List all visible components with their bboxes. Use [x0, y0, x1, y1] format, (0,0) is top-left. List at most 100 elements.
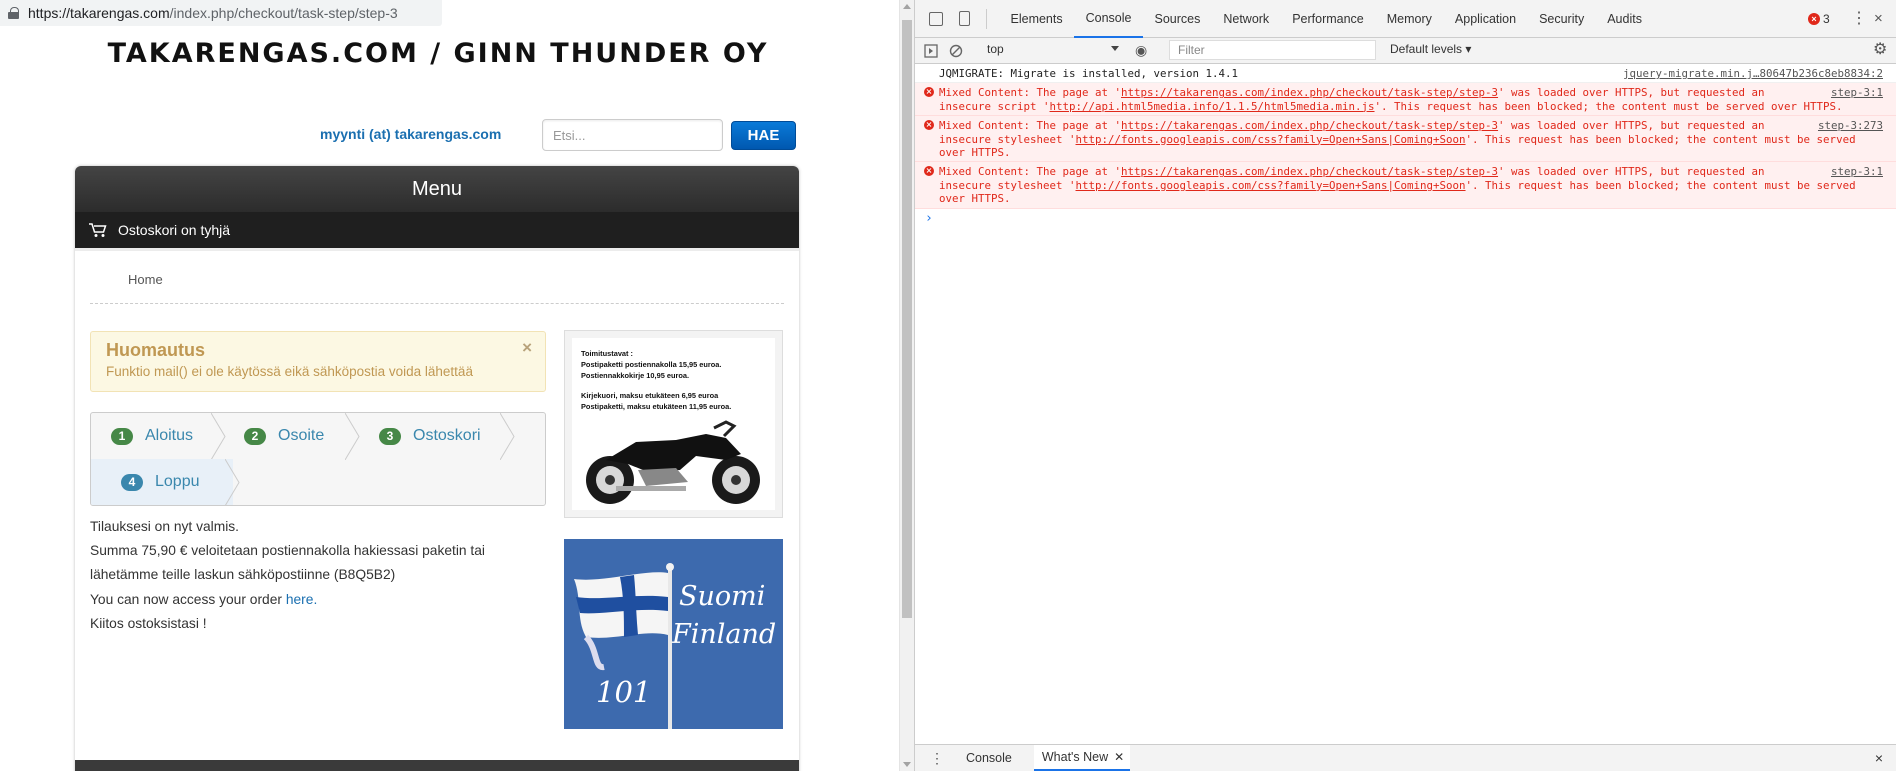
step-label: Aloitus — [145, 427, 194, 444]
log-source-link[interactable]: step-3:1 — [1830, 165, 1883, 179]
checkout-steps: 1 Aloitus 2 Osoite 3 Ostoskori 4 Loppu — [90, 412, 546, 506]
tab-security[interactable]: Security — [1528, 0, 1596, 38]
cart-icon — [88, 222, 108, 238]
log-url-link[interactable]: http://api.html5media.info/1.1.5/html5me… — [1050, 100, 1375, 113]
step-ostoskori[interactable]: 3 Ostoskori — [354, 413, 504, 459]
order-sum-text: Summa 75,90 € veloitetaan postiennakolla… — [90, 543, 485, 559]
motorcycle-icon — [586, 420, 760, 504]
clear-console-icon[interactable] — [949, 44, 963, 58]
promo-line: Postipaketti, maksu etukäteen 11,95 euro… — [581, 402, 732, 411]
order-access-prefix: You can now access your order — [90, 591, 286, 607]
notice-close-button[interactable]: × — [522, 338, 532, 358]
log-url-link[interactable]: http://fonts.googleapis.com/css?family=O… — [1076, 133, 1466, 146]
url-host: https://takarengas.com — [28, 5, 170, 21]
error-icon: × — [924, 87, 934, 98]
cart-status: Ostoskori on tyhjä — [118, 222, 231, 238]
console-filter-input[interactable]: Filter — [1169, 40, 1376, 60]
page-scrollbar[interactable] — [899, 0, 914, 771]
order-link[interactable]: here. — [286, 592, 317, 607]
order-invoice-text: lähetämme teille laskun sähköpostiinne (… — [90, 567, 396, 583]
tab-application[interactable]: Application — [1443, 0, 1527, 38]
search-input[interactable]: Etsi... — [542, 119, 723, 151]
context-value: top — [987, 42, 1004, 56]
tab-audits[interactable]: Audits — [1596, 0, 1654, 38]
step-label: Loppu — [155, 473, 200, 490]
log-message: JQMIGRATE: Migrate is installed, version… — [915, 64, 1896, 84]
contact-email-link[interactable]: myynti (at) takarengas.com — [320, 126, 501, 142]
tab-memory[interactable]: Memory — [1375, 0, 1443, 38]
error-count-badge[interactable]: × 3 — [1808, 12, 1830, 26]
breadcrumb-home[interactable]: Home — [128, 272, 163, 287]
tab-sources[interactable]: Sources — [1143, 0, 1212, 38]
close-tab-icon[interactable]: ✕ — [1114, 750, 1124, 764]
sidebar-toggle-icon[interactable] — [924, 43, 938, 58]
gear-icon[interactable]: ⚙ — [1873, 39, 1887, 59]
log-source-link[interactable]: jquery-migrate.min.j…80647b236c8eb8834:2 — [1623, 67, 1883, 80]
eye-icon[interactable]: ◉ — [1135, 42, 1147, 59]
drawer-tab-label: What's New — [1041, 750, 1109, 764]
log-url-link[interactable]: https://takarengas.com/index.php/checkou… — [1121, 165, 1498, 178]
step-loppu[interactable]: 4 Loppu — [91, 459, 233, 505]
notice-alert: Huomautus Funktio mail() ei ole käytössä… — [90, 331, 546, 392]
web-page: https://takarengas.com/index.php/checkou… — [0, 0, 899, 771]
scrollbar-thumb[interactable] — [902, 20, 912, 618]
lock-icon — [8, 7, 19, 19]
breadcrumb-divider — [90, 303, 784, 304]
address-bar[interactable]: https://takarengas.com/index.php/checkou… — [0, 0, 442, 26]
step-aloitus[interactable]: 1 Aloitus — [91, 413, 219, 459]
inspect-element-icon[interactable] — [929, 11, 943, 26]
log-error: × Mixed Content: The page at 'https://ta… — [915, 162, 1896, 209]
log-text: JQMIGRATE: Migrate is installed, version… — [939, 67, 1239, 80]
close-drawer-icon[interactable]: × — [1875, 750, 1883, 766]
error-icon: × — [924, 120, 934, 131]
close-devtools-icon[interactable]: × — [1874, 10, 1883, 27]
drawer-tab-console[interactable]: Console — [958, 745, 1020, 771]
notice-title: Huomautus — [106, 340, 205, 360]
step-number: 1 — [111, 427, 133, 445]
thanks-text: Kiitos ostoksistasi ! — [90, 615, 207, 631]
banner-number: 101 — [596, 675, 652, 709]
promo-line: Kirjekuori, maksu etukäteen 6,95 euroa — [581, 391, 719, 400]
tab-console[interactable]: Console — [1074, 0, 1143, 38]
drawer-menu-icon[interactable]: ⋮ — [930, 750, 944, 767]
notice-message: Funktio mail() ei ole käytössä eikä sähk… — [106, 364, 473, 379]
devtools-tabbar: Elements Console Sources Network Perform… — [915, 0, 1896, 38]
promo-heading: Toimitustavat : — [581, 349, 634, 358]
drawer-tabbar: ⋮ Console What's New ✕ × — [915, 744, 1896, 771]
step-number: 4 — [121, 473, 143, 491]
more-options-icon[interactable]: ⋮ — [1851, 11, 1867, 27]
devtools-panel: Elements Console Sources Network Perform… — [914, 0, 1896, 771]
drawer-tab-whats-new[interactable]: What's New ✕ — [1033, 745, 1131, 771]
tab-network[interactable]: Network — [1212, 0, 1281, 38]
log-url-link[interactable]: https://takarengas.com/index.php/checkou… — [1121, 119, 1498, 132]
delivery-promo-image: Toimitustavat : Postipaketti postiennako… — [564, 330, 783, 518]
search-button[interactable]: HAE — [731, 121, 796, 150]
log-url-link[interactable]: https://takarengas.com/index.php/checkou… — [1121, 86, 1498, 99]
log-levels-dropdown[interactable]: Default levels ▾ — [1390, 42, 1471, 56]
cart-bar[interactable]: Ostoskori on tyhjä — [75, 212, 799, 251]
promo-line: Postiennakkokirje 10,95 euroa. — [581, 371, 690, 380]
promo-line: Postipaketti postiennakolla 15,95 euroa. — [581, 360, 722, 369]
toolbar-divider — [986, 8, 987, 29]
order-access-text: You can now access your order here. — [90, 588, 485, 612]
log-source-link[interactable]: step-3:1 — [1830, 86, 1883, 100]
menu-toggle[interactable]: Menu — [75, 166, 799, 212]
context-selector[interactable]: top — [987, 42, 1119, 60]
console-prompt[interactable]: › — [925, 211, 933, 226]
order-confirmation: Tilauksesi on nyt valmis. Summa 75,90 € … — [90, 515, 485, 636]
footer-bar — [75, 760, 799, 771]
tab-elements[interactable]: Elements — [999, 0, 1074, 38]
tab-performance[interactable]: Performance — [1281, 0, 1376, 38]
log-url-link[interactable]: http://fonts.googleapis.com/css?family=O… — [1076, 179, 1466, 192]
step-osoite[interactable]: 2 Osoite — [219, 413, 354, 459]
log-error: × Mixed Content: The page at 'https://ta… — [915, 116, 1896, 163]
device-toolbar-icon[interactable] — [959, 11, 970, 26]
log-error: × Mixed Content: The page at 'https://ta… — [915, 83, 1896, 117]
scroll-down-icon[interactable] — [903, 762, 911, 767]
error-icon: × — [924, 166, 934, 177]
step-separator — [500, 413, 518, 460]
log-source-link[interactable]: step-3:273 — [1817, 119, 1883, 133]
scroll-up-icon[interactable] — [903, 4, 911, 9]
chevron-down-icon — [1111, 46, 1119, 51]
content-shell: Menu Ostoskori on tyhjä Home Huomautus F… — [75, 166, 799, 771]
